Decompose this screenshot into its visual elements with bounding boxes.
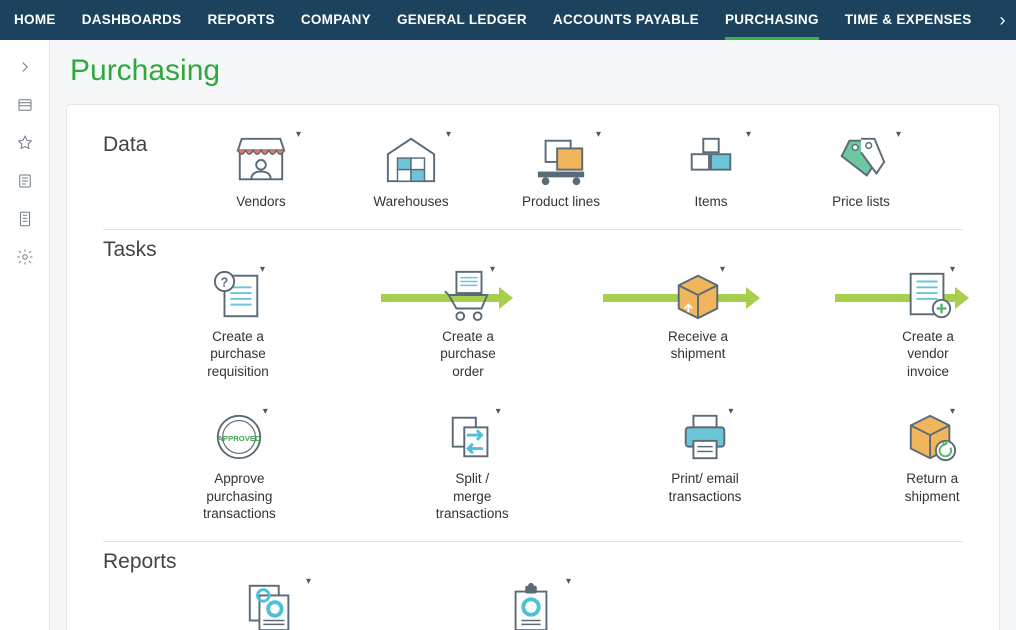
nav-purchasing[interactable]: PURCHASING [725, 1, 819, 40]
chevron-down-icon[interactable]: ▾ [306, 576, 311, 587]
tile-label: Create a vendor invoice [893, 328, 963, 381]
nav-home[interactable]: HOME [14, 1, 56, 40]
tile-vendor-invoice[interactable]: ▾ Create a vendor invoice [893, 268, 963, 381]
standard-reports-icon [242, 580, 300, 630]
tile-label: Price lists [832, 193, 890, 211]
items-icon [682, 133, 740, 187]
chevron-down-icon[interactable]: ▾ [950, 406, 955, 417]
reports-row: ▾ Standard reports ▾ My reports [223, 580, 963, 630]
nav-dashboards[interactable]: DASHBOARDS [82, 1, 182, 40]
main-content: Purchasing Data ▾ Vendors ▾ Warehouses [50, 40, 1016, 630]
side-expand-icon[interactable] [16, 58, 34, 76]
vendor-invoice-icon [899, 268, 957, 322]
section-data-title: Data [103, 133, 213, 157]
tile-label: Split / merge transactions [436, 470, 509, 523]
side-star-icon[interactable] [16, 134, 34, 152]
chevron-down-icon[interactable]: ▾ [566, 576, 571, 587]
tile-print-email[interactable]: ▾ Print/ email transactions [669, 410, 742, 505]
section-tasks-title: Tasks [103, 238, 963, 262]
box-out-icon [903, 410, 961, 464]
chevron-down-icon[interactable]: ▾ [263, 406, 268, 417]
tasks-flow-row: ▾ Create a purchase requisition ▾ Create… [203, 268, 963, 381]
requisition-icon [209, 268, 267, 322]
nav-company[interactable]: COMPANY [301, 1, 371, 40]
section-reports-title: Reports [103, 550, 963, 574]
tasks-second-row: ▾ Approve purchasing transactions ▾ Spli… [203, 410, 963, 523]
cart-icon [439, 268, 497, 322]
tile-my-reports[interactable]: ▾ My reports [483, 580, 579, 630]
side-notes-icon[interactable] [16, 172, 34, 190]
tile-label: Vendors [236, 193, 286, 211]
divider [103, 541, 963, 542]
chevron-down-icon[interactable]: ▾ [746, 129, 751, 140]
tile-warehouses[interactable]: ▾ Warehouses [363, 133, 459, 211]
nav-general-ledger[interactable]: GENERAL LEDGER [397, 1, 527, 40]
side-doc-icon[interactable] [16, 210, 34, 228]
side-gear-icon[interactable] [16, 248, 34, 266]
price-lists-icon [832, 133, 890, 187]
chevron-down-icon[interactable]: ▾ [896, 129, 901, 140]
chevron-down-icon[interactable]: ▾ [496, 406, 501, 417]
tile-standard-reports[interactable]: ▾ Standard reports [223, 580, 319, 630]
chevron-down-icon[interactable]: ▾ [728, 406, 733, 417]
side-rail [0, 40, 50, 630]
side-list-icon[interactable] [16, 96, 34, 114]
nav-time-expenses[interactable]: TIME & EXPENSES [845, 1, 972, 40]
chevron-down-icon[interactable]: ▾ [446, 129, 451, 140]
printer-icon [676, 410, 734, 464]
tile-label: Return a shipment [901, 470, 963, 505]
product-lines-icon [532, 133, 590, 187]
split-merge-icon [443, 410, 501, 464]
tile-approve-transactions[interactable]: ▾ Approve purchasing transactions [203, 410, 276, 523]
nav-reports[interactable]: REPORTS [207, 1, 274, 40]
tile-label: Warehouses [373, 193, 448, 211]
tile-price-lists[interactable]: ▾ Price lists [813, 133, 909, 211]
box-in-icon [669, 268, 727, 322]
tile-label: Print/ email transactions [669, 470, 742, 505]
tile-label: Create a purchase requisition [203, 328, 273, 381]
tile-label: Receive a shipment [663, 328, 733, 363]
vendors-icon [232, 133, 290, 187]
chevron-down-icon[interactable]: ▾ [720, 264, 725, 275]
chevron-down-icon[interactable]: ▾ [296, 129, 301, 140]
tile-items[interactable]: ▾ Items [663, 133, 759, 211]
warehouses-icon [382, 133, 440, 187]
my-reports-icon [502, 580, 560, 630]
tile-vendors[interactable]: ▾ Vendors [213, 133, 309, 211]
chevron-down-icon[interactable]: ▾ [596, 129, 601, 140]
content-card: Data ▾ Vendors ▾ Warehouses ▾ [66, 104, 1000, 630]
tile-create-requisition[interactable]: ▾ Create a purchase requisition [203, 268, 273, 381]
tile-label: Approve purchasing transactions [203, 470, 276, 523]
chevron-down-icon[interactable]: ▾ [950, 264, 955, 275]
page-title: Purchasing [70, 54, 1000, 88]
tile-label: Items [694, 193, 727, 211]
tile-create-po[interactable]: ▾ Create a purchase order [433, 268, 503, 381]
approved-icon [210, 410, 268, 464]
tile-receive-shipment[interactable]: ▾ Receive a shipment [663, 268, 733, 363]
top-nav: HOME DASHBOARDS REPORTS COMPANY GENERAL … [0, 0, 1016, 40]
tile-return-shipment[interactable]: ▾ Return a shipment [901, 410, 963, 505]
divider [103, 229, 963, 230]
tile-label: Create a purchase order [433, 328, 503, 381]
chevron-down-icon[interactable]: ▾ [490, 264, 495, 275]
chevron-down-icon[interactable]: ▾ [260, 264, 265, 275]
nav-scroll-right-icon[interactable]: › [998, 10, 1008, 31]
tile-product-lines[interactable]: ▾ Product lines [513, 133, 609, 211]
nav-accounts-payable[interactable]: ACCOUNTS PAYABLE [553, 1, 699, 40]
tile-split-merge[interactable]: ▾ Split / merge transactions [436, 410, 509, 523]
tile-label: Product lines [522, 193, 600, 211]
